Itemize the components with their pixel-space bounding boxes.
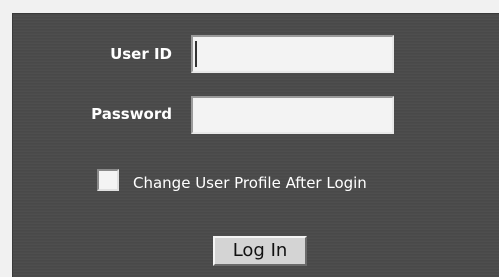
change-profile-label: Change User Profile After Login — [133, 174, 367, 192]
password-label: Password — [91, 105, 172, 123]
user-id-input[interactable] — [191, 35, 394, 73]
change-profile-checkbox[interactable] — [97, 169, 119, 191]
text-cursor — [195, 41, 197, 67]
password-input[interactable] — [191, 96, 394, 134]
login-page: User ID Password Change User Profile Aft… — [0, 0, 499, 277]
user-id-label: User ID — [110, 45, 172, 63]
log-in-button[interactable]: Log In — [213, 236, 307, 266]
